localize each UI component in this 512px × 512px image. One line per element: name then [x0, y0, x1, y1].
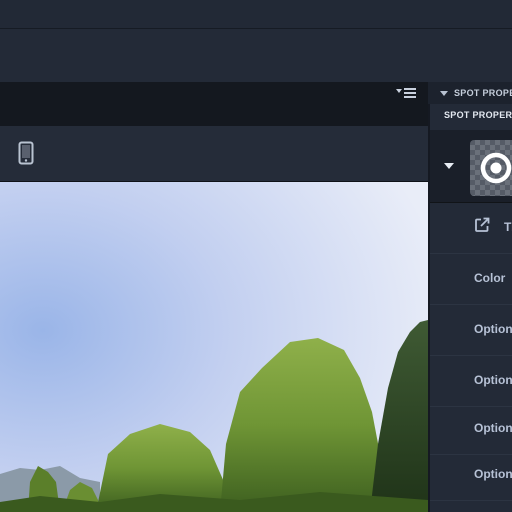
mobile-device-icon[interactable]: [18, 141, 34, 165]
list-menu-icon[interactable]: [396, 86, 418, 100]
editor-header-bar: [0, 82, 428, 126]
property-label: Option: [474, 467, 512, 481]
spot-row[interactable]: [430, 130, 512, 203]
panel-title: SPOT PROPERT: [444, 110, 512, 120]
property-row-option-2[interactable]: Option: [430, 356, 512, 407]
target-spot-icon: [480, 152, 512, 184]
spot-properties-panel: SPOT PROPERT Ti Color Option Option Opti…: [428, 104, 512, 512]
property-label: Option: [474, 322, 512, 336]
property-row-option-1[interactable]: Option: [430, 305, 512, 356]
collapse-triangle-icon: [440, 90, 448, 96]
property-row-color[interactable]: Color: [430, 254, 512, 305]
top-title-bar: [0, 0, 512, 29]
property-label: Option: [474, 421, 512, 435]
property-label: Option: [474, 373, 512, 387]
property-row-title[interactable]: Ti: [430, 203, 512, 254]
device-toolbar: [0, 126, 428, 182]
spot-properties-collapsed-header[interactable]: SPOT PROPE: [428, 82, 512, 104]
collapse-arrow-icon[interactable]: [444, 163, 454, 169]
property-label: Color: [474, 271, 506, 285]
property-row-option-4[interactable]: Option: [430, 450, 512, 501]
collapsed-header-label: SPOT PROPE: [454, 88, 512, 98]
image-canvas[interactable]: [0, 182, 428, 512]
spot-thumbnail[interactable]: [470, 140, 512, 196]
property-label: Ti: [504, 220, 512, 234]
property-row-option-3[interactable]: Option: [430, 404, 512, 455]
external-link-icon: [475, 217, 490, 232]
top-menu-bar: [0, 29, 512, 83]
